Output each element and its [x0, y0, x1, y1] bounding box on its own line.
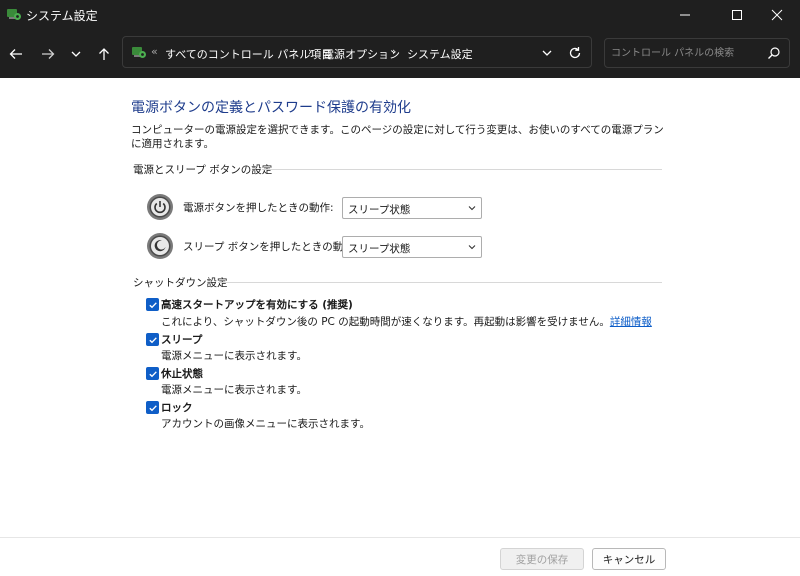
- section-divider: [262, 169, 662, 170]
- up-button[interactable]: [92, 42, 116, 66]
- chevron-down-icon: [468, 245, 476, 250]
- sleep-button-action-select[interactable]: スリープ状態: [342, 236, 482, 258]
- footer-divider: [0, 537, 800, 538]
- fast-startup-checkbox[interactable]: [146, 298, 159, 311]
- arrow-right-icon: [42, 49, 55, 59]
- sleep-description: 電源メニューに表示されます。: [161, 350, 307, 362]
- fast-startup-label[interactable]: 高速スタートアップを有効にする (推奨): [161, 297, 353, 312]
- control-panel-icon: [7, 9, 21, 20]
- hibernate-label[interactable]: 休止状態: [161, 366, 203, 381]
- control-panel-icon: [132, 47, 146, 58]
- recent-locations-button[interactable]: [64, 42, 88, 66]
- sleep-checkbox[interactable]: [146, 333, 159, 346]
- search-icon[interactable]: [767, 46, 781, 60]
- back-button[interactable]: [4, 42, 28, 66]
- breadcrumb-power-options[interactable]: 電源オプション: [323, 46, 400, 62]
- checkmark-icon: [148, 404, 157, 411]
- sleep-button-action-value: スリープ状態: [348, 243, 411, 255]
- window-title: システム設定: [26, 9, 98, 23]
- chevron-down-icon: [468, 206, 476, 211]
- forward-button[interactable]: [36, 42, 60, 66]
- fast-startup-description-text: これにより、シャットダウン後の PC の起動時間が速くなります。再起動は影響を受…: [161, 316, 610, 328]
- close-button[interactable]: [754, 0, 800, 30]
- power-button-action-select[interactable]: スリープ状態: [342, 197, 482, 219]
- refresh-icon[interactable]: [567, 45, 583, 61]
- sleep-button-icon: [147, 233, 173, 259]
- cancel-button[interactable]: キャンセル: [592, 548, 666, 570]
- power-button-icon: [147, 194, 173, 220]
- chevron-down-icon: [71, 51, 81, 57]
- maximize-icon: [732, 10, 742, 20]
- close-icon: [771, 9, 783, 21]
- checkmark-icon: [148, 370, 157, 377]
- address-bar[interactable]: « すべてのコントロール パネル項目 › 電源オプション › システム設定: [122, 36, 592, 68]
- shutdown-section-heading: シャットダウン設定: [133, 277, 228, 289]
- search-box[interactable]: [604, 38, 790, 68]
- navigation-bar: « すべてのコントロール パネル項目 › 電源オプション › システム設定: [0, 30, 800, 78]
- overflow-chevron-icon[interactable]: «: [151, 45, 158, 58]
- power-buttons-section-heading: 電源とスリープ ボタンの設定: [133, 164, 273, 176]
- sleep-label[interactable]: スリープ: [161, 332, 202, 347]
- breadcrumb-separator-icon[interactable]: ›: [392, 45, 396, 58]
- checkmark-icon: [148, 301, 157, 308]
- breadcrumb-separator-icon[interactable]: ›: [308, 45, 312, 58]
- page-description: コンピューターの電源設定を選択できます。このページの設定に対して行う変更は、お使…: [131, 124, 664, 150]
- power-button-action-value: スリープ状態: [348, 204, 411, 216]
- minimize-icon: [680, 14, 690, 16]
- minimize-button[interactable]: [662, 0, 708, 30]
- breadcrumb-system-settings[interactable]: システム設定: [407, 46, 473, 62]
- title-bar: システム設定: [0, 0, 800, 30]
- arrow-up-icon: [99, 48, 109, 60]
- lock-label[interactable]: ロック: [161, 400, 193, 415]
- power-button-action-label: 電源ボタンを押したときの動作:: [183, 202, 334, 214]
- lock-checkbox[interactable]: [146, 401, 159, 414]
- page-title: 電源ボタンの定義とパスワード保護の有効化: [131, 100, 411, 116]
- search-input[interactable]: [611, 45, 761, 61]
- more-info-link[interactable]: 詳細情報: [610, 316, 652, 328]
- lock-description: アカウントの画像メニューに表示されます。: [161, 418, 370, 430]
- chevron-down-icon[interactable]: [539, 45, 555, 61]
- hibernate-checkbox[interactable]: [146, 367, 159, 380]
- arrow-left-icon: [9, 49, 22, 59]
- hibernate-description: 電源メニューに表示されます。: [161, 384, 307, 396]
- save-changes-button[interactable]: 変更の保存: [500, 548, 584, 570]
- fast-startup-description: これにより、シャットダウン後の PC の起動時間が速くなります。再起動は影響を受…: [161, 314, 652, 329]
- checkmark-icon: [148, 336, 157, 343]
- section-divider: [218, 282, 662, 283]
- sleep-button-action-label: スリープ ボタンを押したときの動作:: [183, 241, 358, 253]
